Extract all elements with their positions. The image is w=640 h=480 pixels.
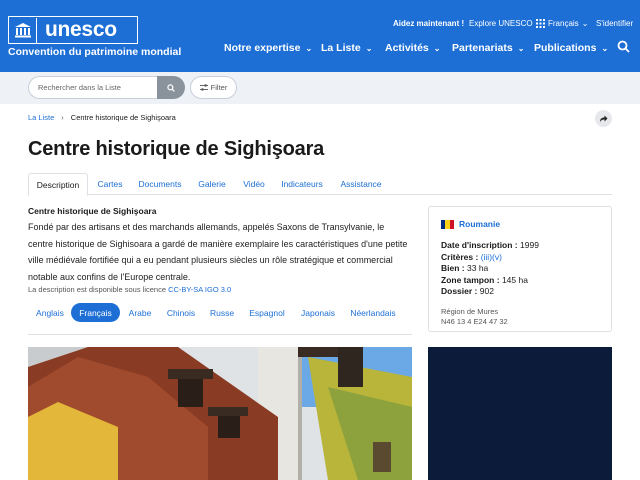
fact-buffer: Zone tampon : 145 ha [441, 274, 528, 285]
list-search-bar: Rechercher dans la Liste Filter [0, 72, 640, 104]
site-location: Région de Mures N46 13 4 E24 47 32 [441, 307, 599, 328]
lang-francais[interactable]: Français [71, 303, 120, 322]
share-icon [600, 115, 608, 122]
site-info-card: Roumanie Date d'inscription : 1999 Critè… [428, 206, 612, 332]
nav-notre-expertise[interactable]: Notre expertise ⌄ [224, 42, 312, 54]
chevron-down-icon: ⌄ [581, 19, 589, 28]
criteria-link[interactable]: (iii)(v) [481, 252, 502, 262]
breadcrumb-root[interactable]: La Liste [28, 113, 54, 122]
chevron-down-icon: ⌄ [601, 43, 609, 53]
tab-video[interactable]: Vidéo [238, 173, 270, 195]
chevron-down-icon: ⌄ [365, 43, 373, 53]
tab-galerie[interactable]: Galerie [194, 173, 230, 195]
rooftops-image [28, 347, 412, 480]
chevron-right-icon: › [61, 113, 64, 122]
tab-cartes[interactable]: Cartes [90, 173, 130, 195]
nav-label: Publications [534, 42, 597, 54]
license-note: La description est disponible sous licen… [28, 285, 231, 294]
fact-criteria: Critères : (iii)(v) [441, 251, 502, 262]
site-header: unesco Convention du patrimoine mondial … [0, 0, 640, 72]
tab-indicateurs[interactable]: Indicateurs [278, 173, 326, 195]
country-link[interactable]: Roumanie [441, 219, 599, 229]
share-button[interactable] [595, 110, 612, 127]
license-prefix: La description est disponible sous licen… [28, 285, 166, 294]
login-label: S'identifier [596, 19, 634, 28]
page-title: Centre historique de Sighişoara [28, 138, 325, 160]
explore-label: Explore UNESCO [469, 19, 533, 28]
language-selector[interactable]: Français ⌄ [548, 19, 588, 28]
fact-dossier: Dossier : 902 [441, 286, 494, 297]
site-facts: Date d'inscription : 1999 Critères : (ii… [441, 240, 599, 298]
login-link[interactable]: S'identifier [596, 19, 633, 28]
search-icon[interactable] [617, 40, 630, 58]
lang-espagnol[interactable]: Espagnol [244, 303, 290, 322]
filter-label: Filter [210, 83, 228, 92]
nav-label: La Liste [321, 42, 361, 54]
site-subtitle[interactable]: Convention du patrimoine mondial [8, 46, 181, 58]
explore-unesco-link[interactable]: Explore UNESCO [469, 19, 545, 28]
site-photo[interactable] [28, 347, 412, 480]
language-label: Français [548, 19, 579, 28]
sliders-icon [199, 84, 208, 91]
breadcrumb-current: Centre historique de Sighişoara [70, 113, 176, 122]
description-text: Fondé par des artisans et des marchands … [28, 222, 408, 282]
fact-bien: Bien : 33 ha [441, 263, 489, 274]
coordinates-text: N46 13 4 E24 47 32 [441, 317, 508, 327]
tab-description[interactable]: Description [28, 173, 88, 196]
nav-la-liste[interactable]: La Liste ⌄ [321, 42, 372, 54]
nav-label: Partenariats [452, 42, 513, 54]
chevron-down-icon: ⌄ [305, 43, 313, 53]
search-icon [167, 83, 175, 92]
lang-arabe[interactable]: Arabe [124, 303, 156, 322]
nav-activites[interactable]: Activités ⌄ [385, 42, 440, 54]
search-input[interactable]: Rechercher dans la Liste [28, 76, 157, 99]
search-placeholder: Rechercher dans la Liste [38, 83, 121, 92]
region-text: Région de Mures [441, 306, 499, 316]
tab-assistance[interactable]: Assistance [336, 173, 386, 195]
description-title: Centre historique de Sighişoara [28, 206, 157, 216]
breadcrumb: La Liste › Centre historique de Sighişoa… [28, 113, 176, 122]
lang-russe[interactable]: Russe [206, 303, 238, 322]
nav-label: Notre expertise [224, 42, 301, 54]
content-tabs: Description Cartes Documents Galerie Vid… [28, 173, 612, 196]
grid-icon [535, 19, 545, 28]
temple-icon [9, 17, 37, 43]
country-name: Roumanie [459, 219, 501, 229]
lang-neerlandais[interactable]: Néerlandais [346, 303, 400, 322]
filter-button[interactable]: Filter [190, 76, 237, 99]
lang-chinois[interactable]: Chinois [162, 303, 200, 322]
chevron-down-icon: ⌄ [517, 43, 525, 53]
map-panel[interactable] [428, 347, 612, 480]
chevron-down-icon: ⌄ [433, 43, 441, 53]
unesco-logo[interactable]: unesco [8, 16, 138, 44]
donate-link[interactable]: Aidez maintenant ! [393, 19, 464, 28]
nav-label: Activités [385, 42, 429, 54]
lang-japonais[interactable]: Japonais [296, 303, 340, 322]
license-link[interactable]: CC-BY-SA IGO 3.0 [168, 285, 231, 294]
lang-anglais[interactable]: Anglais [28, 303, 72, 322]
nav-partenariats[interactable]: Partenariats ⌄ [452, 42, 524, 54]
fact-date: Date d'inscription : 1999 [441, 240, 539, 250]
logo-wordmark: unesco [45, 18, 117, 41]
nav-publications[interactable]: Publications ⌄ [534, 42, 608, 54]
donate-label: Aidez maintenant ! [393, 19, 465, 28]
tab-documents[interactable]: Documents [134, 173, 186, 195]
romania-flag-icon [441, 219, 454, 229]
language-tabs: Anglais Français Arabe Chinois Russe Esp… [28, 302, 412, 335]
search-button[interactable] [157, 76, 185, 99]
